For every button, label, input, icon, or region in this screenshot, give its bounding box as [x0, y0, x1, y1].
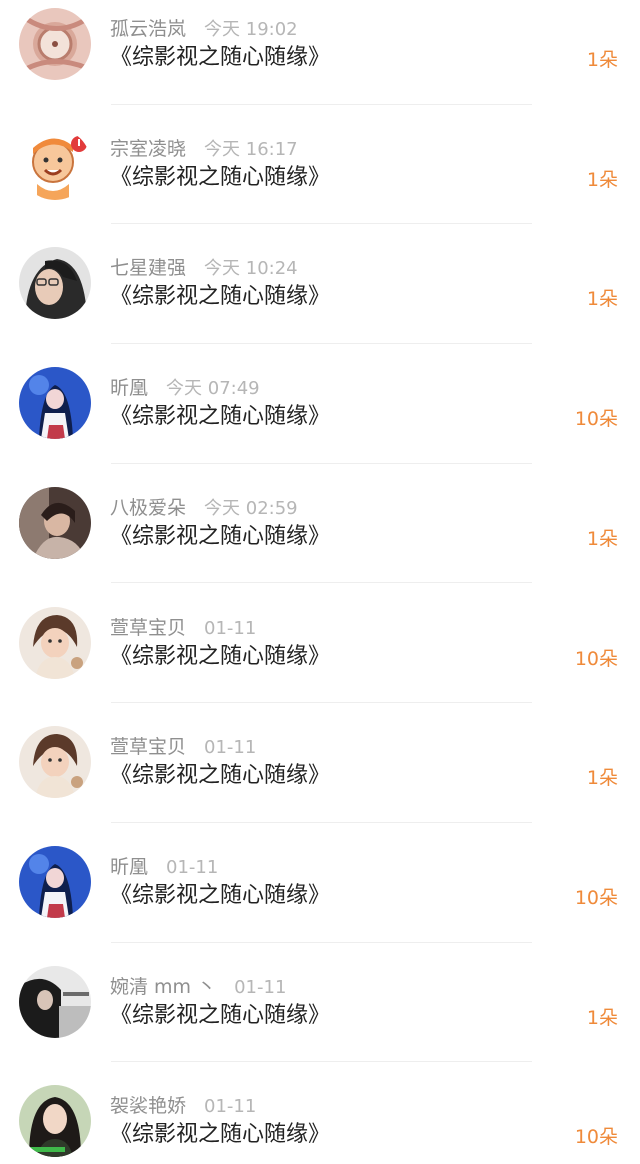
timestamp: 01-11: [166, 856, 219, 878]
divider: [111, 702, 532, 704]
divider: [111, 223, 532, 225]
gift-amount: 10朵: [574, 408, 618, 431]
divider: [111, 821, 532, 823]
gift-amount: 10朵: [574, 647, 618, 670]
timestamp: 01-11: [204, 737, 257, 759]
person-photo-avatar[interactable]: [19, 486, 91, 559]
timestamp: 今天 10:24: [204, 258, 298, 280]
item-meta: 昕凰 今天 07:49: [110, 375, 260, 401]
item-meta: 八极爱朵 今天 02:59: [110, 495, 298, 521]
timestamp: 01-11: [204, 617, 257, 639]
book-title[interactable]: 《综影视之随心随缘》: [110, 162, 330, 194]
book-title[interactable]: 《综影视之随心随缘》: [110, 1119, 330, 1151]
child-photo-avatar[interactable]: [19, 606, 91, 679]
item-meta: 宗室凌晓 今天 16:17: [110, 136, 298, 162]
anime-girl-avatar[interactable]: [19, 367, 91, 440]
user-name[interactable]: 昕凰: [110, 377, 148, 399]
timestamp: 今天 02:59: [204, 497, 298, 519]
user-name[interactable]: 萱草宝贝: [110, 617, 186, 639]
list-item[interactable]: 婉清 mm 丶 01-11 《综影视之随心随缘》 1朵: [0, 958, 640, 1078]
item-meta: 萱草宝贝 01-11: [110, 615, 256, 641]
gift-amount: 1朵: [586, 288, 618, 311]
timestamp: 01-11: [234, 976, 287, 998]
user-name[interactable]: 宗室凌晓: [110, 138, 186, 160]
gift-amount: 1朵: [586, 767, 618, 790]
list-item[interactable]: 八极爱朵 今天 02:59 《综影视之随心随缘》 1朵: [0, 479, 640, 599]
gift-amount: 10朵: [574, 1126, 618, 1149]
dark-photo-avatar[interactable]: [19, 965, 91, 1038]
list-item[interactable]: 昕凰 今天 07:49 《综影视之随心随缘》 10朵: [0, 359, 640, 479]
item-meta: 袈裟艳娇 01-11: [110, 1093, 256, 1119]
child-photo-avatar[interactable]: [19, 726, 91, 799]
gift-list: 孤云浩岚 今天 19:02 《综影视之随心随缘》 1朵 宗室凌晓 今天 16:17 …: [0, 0, 640, 1164]
book-title[interactable]: 《综影视之随心随缘》: [110, 641, 330, 673]
list-item[interactable]: 萱草宝贝 01-11 《综影视之随心随缘》 10朵: [0, 599, 640, 719]
timestamp: 今天 19:02: [204, 19, 298, 40]
user-name[interactable]: 七星建强: [110, 257, 186, 279]
item-meta: 婉清 mm 丶 01-11: [110, 974, 286, 1000]
list-item[interactable]: 宗室凌晓 今天 16:17 《综影视之随心随缘》 1朵: [0, 120, 640, 240]
book-title[interactable]: 《综影视之随心随缘》: [110, 760, 330, 792]
item-meta: 孤云浩岚 今天 19:02: [110, 16, 298, 42]
book-title[interactable]: 《综影视之随心随缘》: [110, 1000, 330, 1032]
list-item[interactable]: 孤云浩岚 今天 19:02 《综影视之随心随缘》 1朵: [0, 0, 640, 120]
timestamp: 今天 16:17: [204, 138, 298, 160]
gift-amount: 1朵: [586, 168, 618, 191]
user-name[interactable]: 八极爱朵: [110, 497, 186, 519]
divider: [111, 941, 532, 943]
book-title[interactable]: 《综影视之随心随缘》: [110, 281, 330, 313]
book-title[interactable]: 《综影视之随心随缘》: [110, 880, 330, 912]
woman-photo-avatar[interactable]: [19, 1085, 91, 1158]
gift-amount: 1朵: [586, 49, 618, 71]
book-title[interactable]: 《综影视之随心随缘》: [110, 42, 330, 74]
list-item[interactable]: 昕凰 01-11 《综影视之随心随缘》 10朵: [0, 838, 640, 958]
gift-amount: 1朵: [586, 527, 618, 550]
item-meta: 萱草宝贝 01-11: [110, 734, 256, 760]
anime-girl-avatar[interactable]: [19, 845, 91, 918]
timestamp: 01-11: [204, 1096, 257, 1118]
list-item[interactable]: 袈裟艳娇 01-11 《综影视之随心随缘》 10朵: [0, 1077, 640, 1164]
divider: [111, 582, 532, 584]
watch-avatar[interactable]: [19, 8, 91, 80]
divider: [111, 343, 532, 345]
gift-amount: 10朵: [574, 886, 618, 909]
list-item[interactable]: 七星建强 今天 10:24 《综影视之随心随缘》 1朵: [0, 239, 640, 359]
timestamp: 今天 07:49: [166, 378, 260, 400]
divider: [111, 462, 532, 464]
user-name[interactable]: 袈裟艳娇: [110, 1095, 186, 1117]
item-meta: 昕凰 01-11: [110, 854, 218, 880]
divider: [111, 103, 532, 105]
girl-glasses-avatar[interactable]: [19, 247, 91, 320]
user-name[interactable]: 萱草宝贝: [110, 736, 186, 758]
item-meta: 七星建强 今天 10:24: [110, 255, 298, 281]
book-title[interactable]: 《综影视之随心随缘》: [110, 521, 330, 553]
user-name[interactable]: 昕凰: [110, 856, 148, 878]
book-title[interactable]: 《综影视之随心随缘》: [110, 401, 330, 433]
list-item[interactable]: 萱草宝贝 01-11 《综影视之随心随缘》 1朵: [0, 718, 640, 838]
user-name[interactable]: 孤云浩岚: [110, 18, 186, 40]
divider: [111, 1061, 532, 1063]
gift-amount: 1朵: [586, 1006, 618, 1029]
cartoon-boy-avatar[interactable]: [19, 127, 91, 200]
user-name[interactable]: 婉清 mm 丶: [110, 976, 216, 998]
